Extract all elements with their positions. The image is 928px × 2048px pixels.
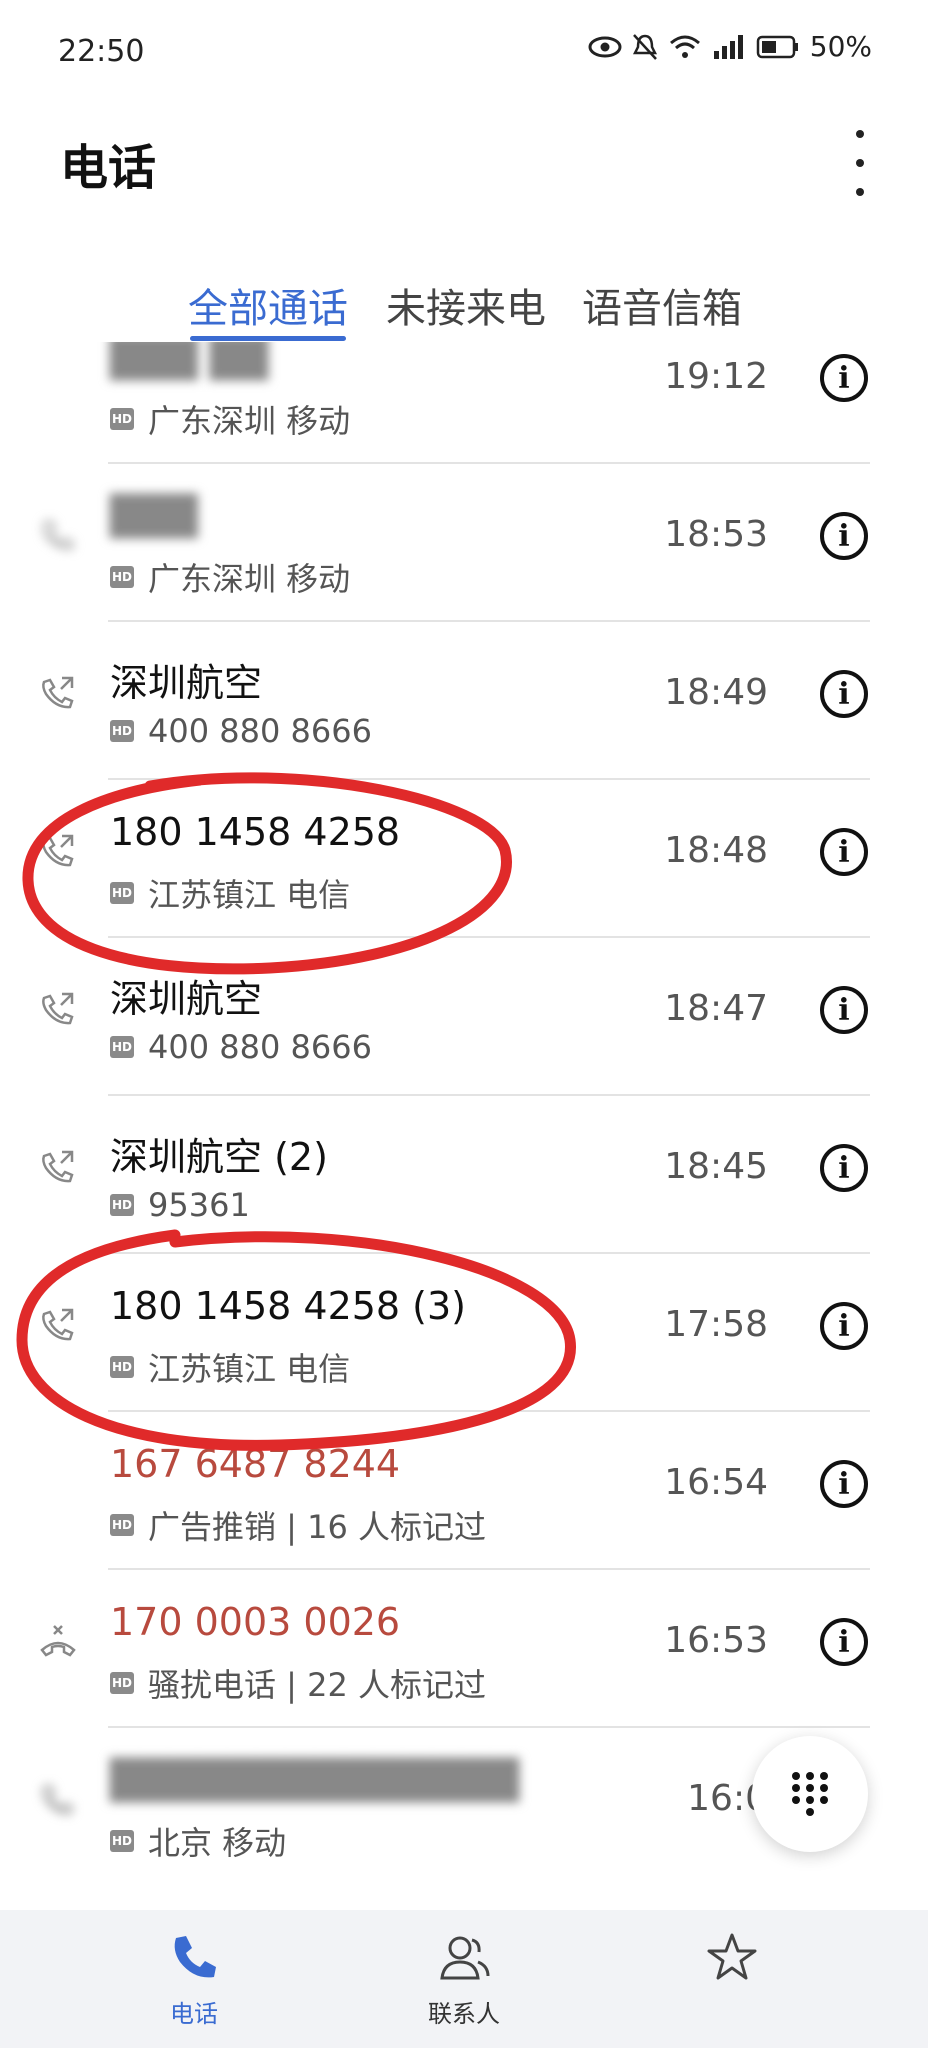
more-options-button[interactable]	[838, 130, 882, 196]
call-list-item[interactable]: ███ HD 广东深圳 移动 18:53 i	[0, 464, 928, 622]
call-list-item[interactable]: 深圳航空 HD 400 880 8666 18:47 i	[0, 938, 928, 1096]
battery-percent: 50%	[809, 30, 872, 63]
signal-icon	[713, 34, 743, 59]
call-time: 16:54	[664, 1462, 768, 1503]
info-button[interactable]: i	[820, 670, 868, 718]
call-list-item[interactable]: 170 0003 0026 HD 骚扰电话 | 22 人标记过 16:53 i	[0, 1570, 928, 1728]
call-list[interactable]: ███ ██ HD 广东深圳 移动 19:12 i ███ HD 广东深圳 移动 1…	[0, 342, 928, 1902]
contact-name: 180 1458 4258	[110, 810, 401, 854]
call-time: 18:45	[664, 1146, 768, 1187]
hd-badge: HD	[110, 1194, 134, 1216]
more-dot-icon	[856, 188, 864, 196]
call-time: 17:58	[664, 1304, 768, 1345]
outgoing-call-icon	[42, 834, 74, 867]
call-time: 19:12	[664, 356, 768, 397]
call-location: HD 江苏镇江 电信	[110, 876, 351, 914]
call-time: 18:53	[664, 514, 768, 555]
status-icons: 50%	[588, 30, 872, 63]
info-button[interactable]: i	[820, 1618, 868, 1666]
wifi-icon	[669, 35, 700, 58]
nav-phone[interactable]: 电话	[104, 1930, 284, 2029]
nav-favorites[interactable]	[642, 1930, 822, 1994]
tab-bar: 全部通话 未接来电 语音信箱	[0, 270, 928, 342]
call-number: HD 400 880 8666	[110, 712, 372, 750]
hd-badge: HD	[110, 1356, 134, 1378]
contact-name: 深圳航空 (2)	[110, 1135, 328, 1179]
call-tag: HD 广告推销 | 16 人标记过	[110, 1508, 487, 1546]
tab-all-calls[interactable]: 全部通话	[188, 276, 348, 334]
hd-badge: HD	[110, 1514, 134, 1536]
hd-badge: HD	[110, 882, 134, 904]
dialpad-icon	[792, 1772, 828, 1816]
call-number: HD 400 880 8666	[110, 1028, 372, 1066]
contact-name: ███	[110, 494, 198, 538]
contact-name: ███ ██	[110, 342, 269, 380]
info-button[interactable]: i	[820, 512, 868, 560]
call-list-item[interactable]: 深圳航空 HD 400 880 8666 18:49 i	[0, 622, 928, 780]
call-list-item[interactable]: 167 6487 8244 HD 广告推销 | 16 人标记过 16:54 i	[0, 1412, 928, 1570]
phone-icon	[174, 1936, 216, 1978]
more-dot-icon	[856, 159, 864, 167]
call-location: HD 江苏镇江 电信	[110, 1350, 351, 1388]
mute-bell-icon	[632, 33, 657, 60]
call-location: HD 广东深圳 移动	[110, 402, 351, 440]
hd-badge: HD	[110, 720, 134, 742]
nav-contacts-label: 联系人	[428, 2000, 500, 2028]
outgoing-call-icon	[42, 1784, 74, 1815]
nav-phone-label: 电话	[170, 2000, 218, 2028]
call-tag: HD 骚扰电话 | 22 人标记过	[110, 1666, 487, 1704]
tab-missed-calls[interactable]: 未接来电	[386, 276, 546, 334]
outgoing-call-icon	[42, 520, 74, 550]
call-list-item[interactable]: ███ ██ HD 广东深圳 移动 19:12 i	[0, 342, 928, 464]
tab-voicemail[interactable]: 语音信箱	[582, 276, 742, 334]
call-list-item[interactable]: 深圳航空 (2) HD 95361 18:45 i	[0, 1096, 928, 1254]
info-button[interactable]: i	[820, 986, 868, 1034]
outgoing-call-icon	[42, 1308, 74, 1341]
contact-name: 深圳航空	[110, 977, 263, 1021]
bottom-nav: 电话 联系人	[0, 1910, 928, 2048]
eye-icon	[588, 36, 622, 57]
hd-badge: HD	[110, 1830, 134, 1852]
call-time: 18:48	[664, 830, 768, 871]
tab-underline	[190, 336, 346, 341]
call-time: 18:47	[664, 988, 768, 1029]
info-button[interactable]: i	[820, 1460, 868, 1508]
more-dot-icon	[856, 130, 864, 138]
star-icon	[707, 1933, 757, 1980]
contact-name: 167 6487 8244	[110, 1442, 401, 1486]
battery-icon	[756, 35, 798, 58]
info-button[interactable]: i	[820, 1144, 868, 1192]
page-title: 电话	[60, 140, 157, 196]
contacts-icon	[440, 1936, 490, 1980]
contact-name: ██████████████	[110, 1758, 520, 1802]
hd-badge: HD	[110, 408, 134, 430]
call-number: HD 95361	[110, 1186, 250, 1224]
contact-name: 170 0003 0026	[110, 1600, 401, 1644]
outgoing-call-icon	[42, 676, 74, 709]
hd-badge: HD	[110, 1672, 134, 1694]
info-button[interactable]: i	[820, 354, 868, 402]
call-list-item[interactable]: 180 1458 4258 (3) HD 江苏镇江 电信 17:58 i	[0, 1254, 928, 1412]
dialpad-button[interactable]	[752, 1736, 868, 1852]
info-button[interactable]: i	[820, 828, 868, 876]
status-time: 22:50	[58, 34, 145, 69]
hd-badge: HD	[110, 566, 134, 588]
status-bar: 22:50 50%	[0, 0, 928, 100]
call-list-item[interactable]: 180 1458 4258 HD 江苏镇江 电信 18:48 i	[0, 780, 928, 938]
outgoing-call-icon	[42, 992, 74, 1025]
contact-name: 180 1458 4258 (3)	[110, 1284, 467, 1328]
info-button[interactable]: i	[820, 1302, 868, 1350]
outgoing-call-icon	[42, 1150, 74, 1183]
hd-badge: HD	[110, 1036, 134, 1058]
rejected-call-icon	[40, 1625, 76, 1657]
call-location: HD 北京 移动	[110, 1824, 287, 1862]
call-time: 16:53	[664, 1620, 768, 1661]
contact-name: 深圳航空	[110, 661, 263, 705]
nav-contacts[interactable]: 联系人	[374, 1930, 554, 2029]
call-time: 18:49	[664, 672, 768, 713]
call-location: HD 广东深圳 移动	[110, 560, 351, 598]
